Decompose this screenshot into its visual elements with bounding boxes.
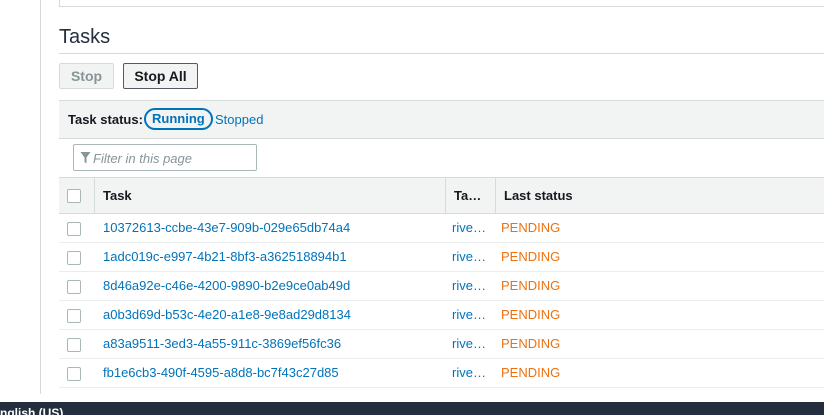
task-definition-link[interactable]: rive… (452, 272, 492, 300)
task-id-link[interactable]: a0b3d69d-b53c-4e20-a1e8-9e8ad29d8134 (103, 301, 351, 329)
table-row: 8d46a92e-c46e-4200-9890-b2e9ce0ab49d riv… (59, 272, 824, 301)
task-definition-link[interactable]: rive… (452, 301, 492, 329)
stop-all-button[interactable]: Stop All (123, 63, 198, 89)
row-checkbox[interactable] (67, 338, 81, 352)
row-checkbox[interactable] (67, 251, 81, 265)
last-status: PENDING (501, 278, 561, 293)
last-status: PENDING (501, 249, 561, 264)
previous-panel-edge (59, 0, 824, 7)
task-definition-link[interactable]: rive… (452, 330, 492, 358)
task-status-label: Task status: (68, 112, 143, 127)
table-row: 1adc019c-e997-4b21-8bf3-a362518894b1 riv… (59, 243, 824, 272)
status-filter-stopped[interactable]: Stopped (215, 112, 263, 127)
task-id-link[interactable]: 10372613-ccbe-43e7-909b-029e65db74a4 (103, 214, 350, 242)
stop-button[interactable]: Stop (59, 63, 114, 89)
filter-placeholder: Filter in this page (93, 151, 192, 166)
row-checkbox[interactable] (67, 309, 81, 323)
status-filter-running[interactable]: Running (144, 108, 213, 130)
task-id-link[interactable]: fb1e6cb3-490f-4595-a8d8-bc7f43c27d85 (103, 359, 339, 387)
table-row: a0b3d69d-b53c-4e20-a1e8-9e8ad29d8134 riv… (59, 301, 824, 330)
task-definition-link[interactable]: rive… (452, 359, 492, 387)
last-status: PENDING (501, 220, 561, 235)
task-definition-link[interactable]: rive… (452, 243, 492, 271)
table-row: fb1e6cb3-490f-4595-a8d8-bc7f43c27d85 riv… (59, 359, 824, 388)
column-header-last-status[interactable]: Last status (504, 178, 573, 213)
column-header-task-definition[interactable]: Ta… (454, 178, 481, 213)
row-checkbox[interactable] (67, 222, 81, 236)
task-definition-link[interactable]: rive… (452, 214, 492, 242)
filter-icon (80, 152, 91, 164)
last-status: PENDING (501, 336, 561, 351)
task-id-link[interactable]: 1adc019c-e997-4b21-8bf3-a362518894b1 (103, 243, 347, 271)
table-row: a83a9511-3ed3-4a55-911c-3869ef56fc36 riv… (59, 330, 824, 359)
task-status-bar: Task status: Running Stopped (59, 100, 824, 139)
last-status: PENDING (501, 365, 561, 380)
left-gutter (0, 0, 41, 394)
row-checkbox[interactable] (67, 367, 81, 381)
task-id-link[interactable]: a83a9511-3ed3-4a55-911c-3869ef56fc36 (103, 330, 341, 358)
task-id-link[interactable]: 8d46a92e-c46e-4200-9890-b2e9ce0ab49d (103, 272, 350, 300)
table-header: Task Ta… Last status (59, 177, 824, 214)
last-status: PENDING (501, 307, 561, 322)
column-header-task[interactable]: Task (103, 178, 132, 213)
language-selector[interactable]: nglish (US) (0, 407, 63, 419)
page-title: Tasks (59, 26, 111, 48)
footer-bar: nglish (US) (0, 402, 824, 419)
row-checkbox[interactable] (67, 280, 81, 294)
title-divider (59, 53, 824, 54)
column-separator (94, 178, 95, 213)
filter-area: Filter in this page (59, 139, 824, 177)
column-separator (495, 178, 496, 213)
column-separator (445, 178, 446, 213)
filter-input[interactable]: Filter in this page (73, 144, 257, 171)
select-all-checkbox[interactable] (67, 189, 81, 203)
table-row: 10372613-ccbe-43e7-909b-029e65db74a4 riv… (59, 214, 824, 243)
